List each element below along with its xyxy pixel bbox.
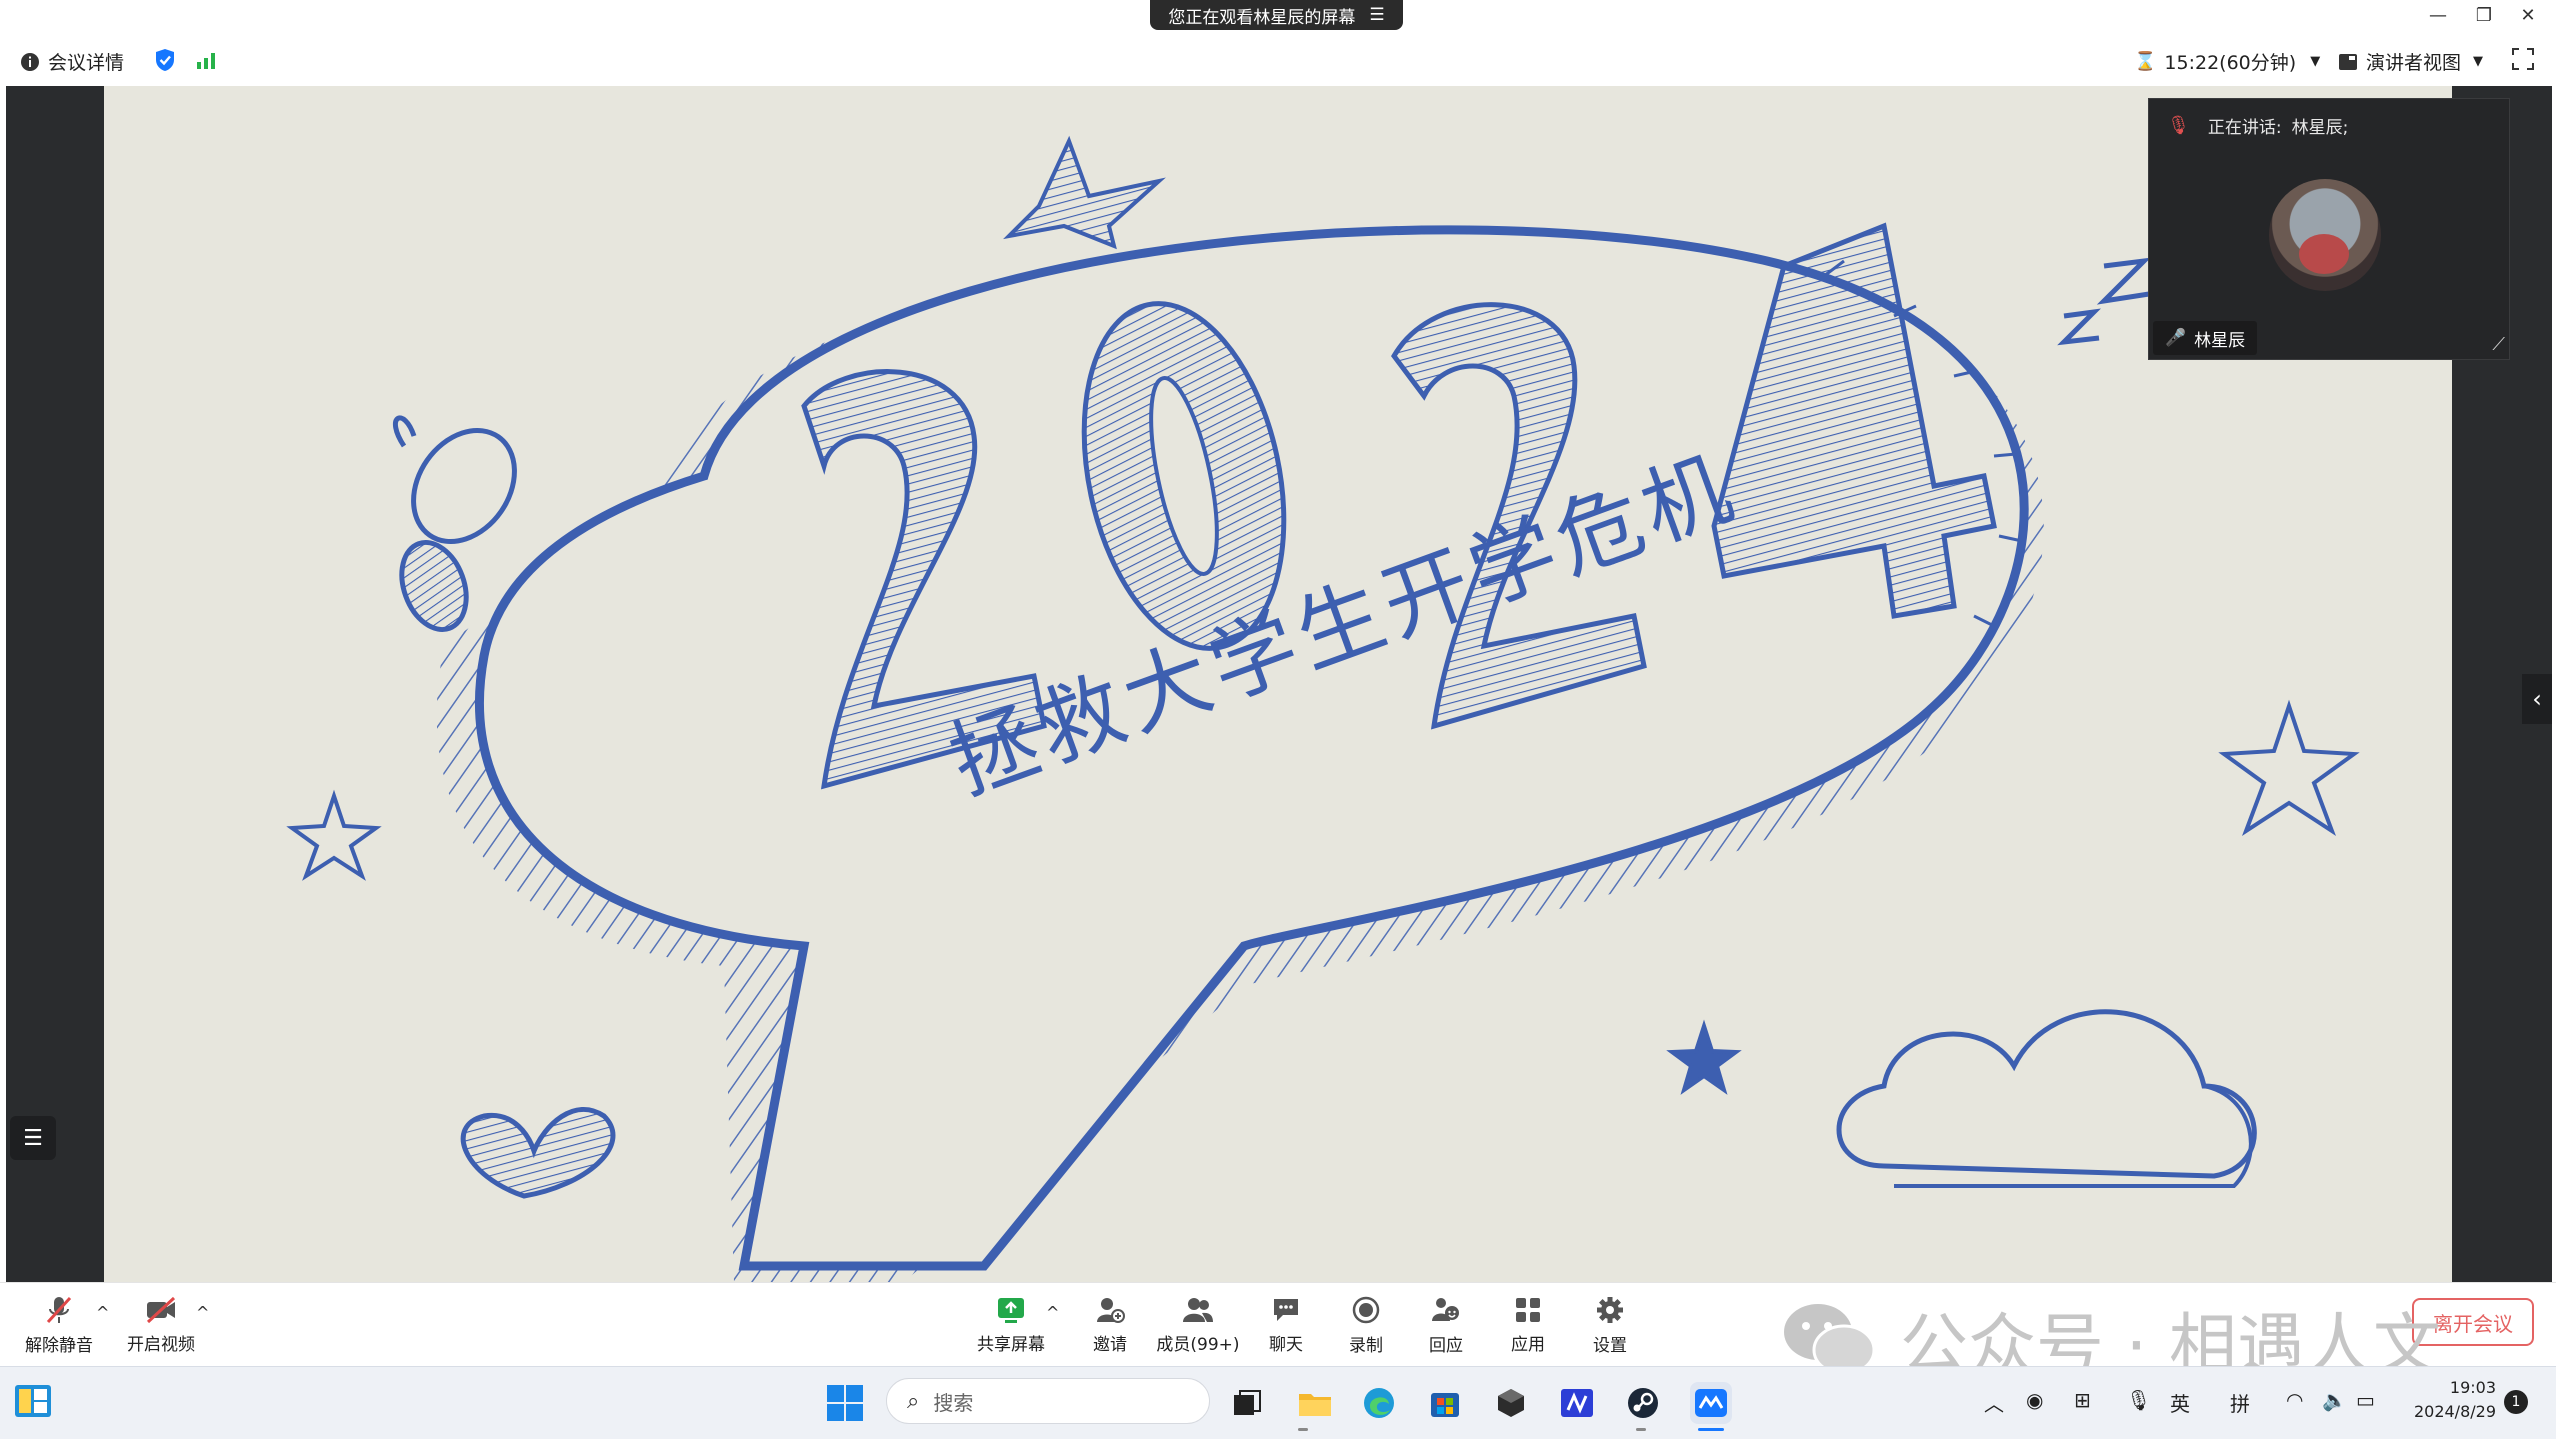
widgets-icon[interactable] — [14, 1384, 52, 1422]
microphone-tray-icon[interactable]: 🎙 — [2126, 1388, 2151, 1412]
unmute-button[interactable]: 解除静音 — [24, 1283, 94, 1367]
invite-label: 邀请 — [1093, 1334, 1127, 1355]
volume-icon[interactable]: 🔈 — [2322, 1388, 2347, 1412]
speaking-prefix: 正在讲话: — [2207, 118, 2282, 138]
hourglass-icon: ⌛ — [2134, 51, 2157, 72]
notification-badge[interactable]: 1 — [2504, 1390, 2528, 1414]
fullscreen-icon[interactable] — [2512, 48, 2534, 74]
chat-label: 聊天 — [1269, 1334, 1303, 1355]
share-screen-icon — [998, 1297, 1024, 1323]
app-tray-icon[interactable]: ⊞ — [2074, 1388, 2091, 1412]
settings-button[interactable]: 设置 — [1582, 1283, 1638, 1367]
unmute-label: 解除静音 — [25, 1335, 93, 1356]
record-button[interactable]: 录制 — [1338, 1283, 1394, 1367]
timer-label: 15:22(60分钟) — [2164, 52, 2297, 74]
apps-button[interactable]: 应用 — [1500, 1283, 1556, 1367]
chevron-down-icon: ▼ — [2310, 54, 2321, 69]
edge-browser-icon[interactable] — [1358, 1382, 1400, 1424]
mic-icon: 🎤 — [2165, 328, 2187, 348]
video-off-icon — [146, 1296, 176, 1323]
share-screen-button[interactable]: 共享屏幕 — [974, 1283, 1048, 1367]
meeting-timer[interactable]: ⌛ 15:22(60分钟) ▼ — [2134, 48, 2320, 75]
start-video-label: 开启视频 — [127, 1334, 195, 1355]
record-icon — [1352, 1296, 1380, 1323]
resize-handle-icon[interactable]: ⟋ — [2492, 334, 2505, 355]
search-icon: ⌕ — [907, 1388, 920, 1414]
security-shield-icon[interactable] — [154, 48, 176, 76]
audio-options-chevron-icon[interactable]: ^ — [96, 1303, 109, 1322]
share-screen-label: 共享屏幕 — [977, 1334, 1045, 1355]
close-button[interactable]: ✕ — [2510, 2, 2546, 28]
mic-muted-icon: 🎙 — [2167, 115, 2190, 136]
steam-tray-icon[interactable]: ◉ — [2026, 1388, 2043, 1412]
muted-mic-icon — [46, 1296, 72, 1323]
taskbar-search-input[interactable]: ⌕ 搜索 — [886, 1378, 1210, 1424]
reaction-label: 回应 — [1429, 1335, 1463, 1356]
settings-label: 设置 — [1593, 1335, 1627, 1356]
invite-icon — [1097, 1297, 1125, 1323]
chat-icon — [1274, 1298, 1298, 1321]
clock-time: 19:03 — [2449, 1378, 2496, 1397]
microsoft-store-icon[interactable] — [1424, 1382, 1466, 1424]
task-view-icon[interactable] — [1226, 1382, 1268, 1424]
system-clock[interactable]: 19:03 2024/8/29 — [2400, 1376, 2496, 1424]
members-label: 成员(99+) — [1156, 1334, 1240, 1355]
reaction-button[interactable]: 回应 — [1418, 1283, 1474, 1367]
speaker-name-tag: 🎤 林星辰 — [2153, 321, 2258, 355]
list-menu-icon[interactable]: ☰ — [10, 1116, 56, 1160]
start-windows-icon[interactable] — [826, 1384, 864, 1426]
active-app-indicator — [1698, 1428, 1724, 1431]
meeting-info-label: 会议详情 — [48, 52, 125, 74]
view-mode-selector[interactable]: 演讲者视图 ▼ — [2338, 48, 2483, 75]
view-mode-label: 演讲者视图 — [2366, 52, 2462, 74]
cube-app-icon[interactable] — [1490, 1382, 1532, 1424]
members-icon — [1183, 1297, 1213, 1322]
chevron-down-icon: ▼ — [2473, 54, 2484, 69]
chat-button[interactable]: 聊天 — [1258, 1283, 1314, 1367]
start-video-button[interactable]: 开启视频 — [124, 1283, 198, 1367]
restore-button[interactable]: ❐ — [2466, 2, 2502, 28]
reaction-icon — [1432, 1297, 1459, 1321]
minimize-button[interactable]: — — [2420, 2, 2456, 28]
apps-label: 应用 — [1511, 1334, 1545, 1355]
collapse-panel-chevron-icon[interactable]: ‹ — [2522, 674, 2552, 724]
settings-icon — [1597, 1296, 1623, 1323]
signal-strength-icon[interactable] — [196, 50, 218, 74]
speaking-indicator: 🎙 正在讲话: 林星辰; — [2167, 113, 2348, 138]
visual-studio-icon[interactable] — [1556, 1382, 1598, 1424]
running-indicator — [1298, 1428, 1308, 1431]
info-icon — [21, 52, 39, 71]
record-label: 录制 — [1349, 1335, 1383, 1356]
speaker-name-label: 林星辰 — [2194, 330, 2246, 351]
speaking-name: 林星辰; — [2291, 118, 2349, 138]
battery-icon[interactable]: ▭ — [2356, 1388, 2375, 1412]
menu-icon: ☰ — [1369, 5, 1385, 25]
meeting-info-button[interactable]: 会议详情 — [20, 48, 124, 75]
avatar-flowers — [2299, 234, 2349, 274]
ime-language[interactable]: 英 — [2170, 1388, 2190, 1417]
speaker-view-icon — [2339, 53, 2357, 70]
file-explorer-icon[interactable] — [1294, 1382, 1336, 1424]
clock-date: 2024/8/29 — [2413, 1402, 2496, 1421]
apps-icon — [1516, 1297, 1540, 1322]
tencent-meeting-icon[interactable] — [1690, 1382, 1732, 1424]
invite-button[interactable]: 邀请 — [1080, 1283, 1140, 1367]
active-speaker-panel[interactable]: 🎙 正在讲话: 林星辰; 🎤 林星辰 ⟋ — [2148, 98, 2510, 360]
screen-share-notice[interactable]: 您正在观看林星辰的屏幕 ☰ — [1150, 0, 1403, 30]
wifi-icon[interactable]: ◠ — [2286, 1388, 2303, 1412]
steam-icon[interactable] — [1622, 1382, 1664, 1424]
running-indicator — [1636, 1428, 1646, 1431]
show-hidden-icons-chevron-icon[interactable]: ︿ — [1984, 1388, 2004, 1417]
search-placeholder: 搜索 — [933, 1390, 974, 1415]
ime-mode[interactable]: 拼 — [2230, 1388, 2250, 1417]
video-options-chevron-icon[interactable]: ^ — [196, 1303, 209, 1322]
avatar — [2269, 179, 2381, 291]
share-options-chevron-icon[interactable]: ^ — [1046, 1303, 1059, 1322]
members-button[interactable]: 成员(99+) — [1156, 1283, 1240, 1367]
share-notice-text: 您正在观看林星辰的屏幕 — [1168, 7, 1356, 28]
